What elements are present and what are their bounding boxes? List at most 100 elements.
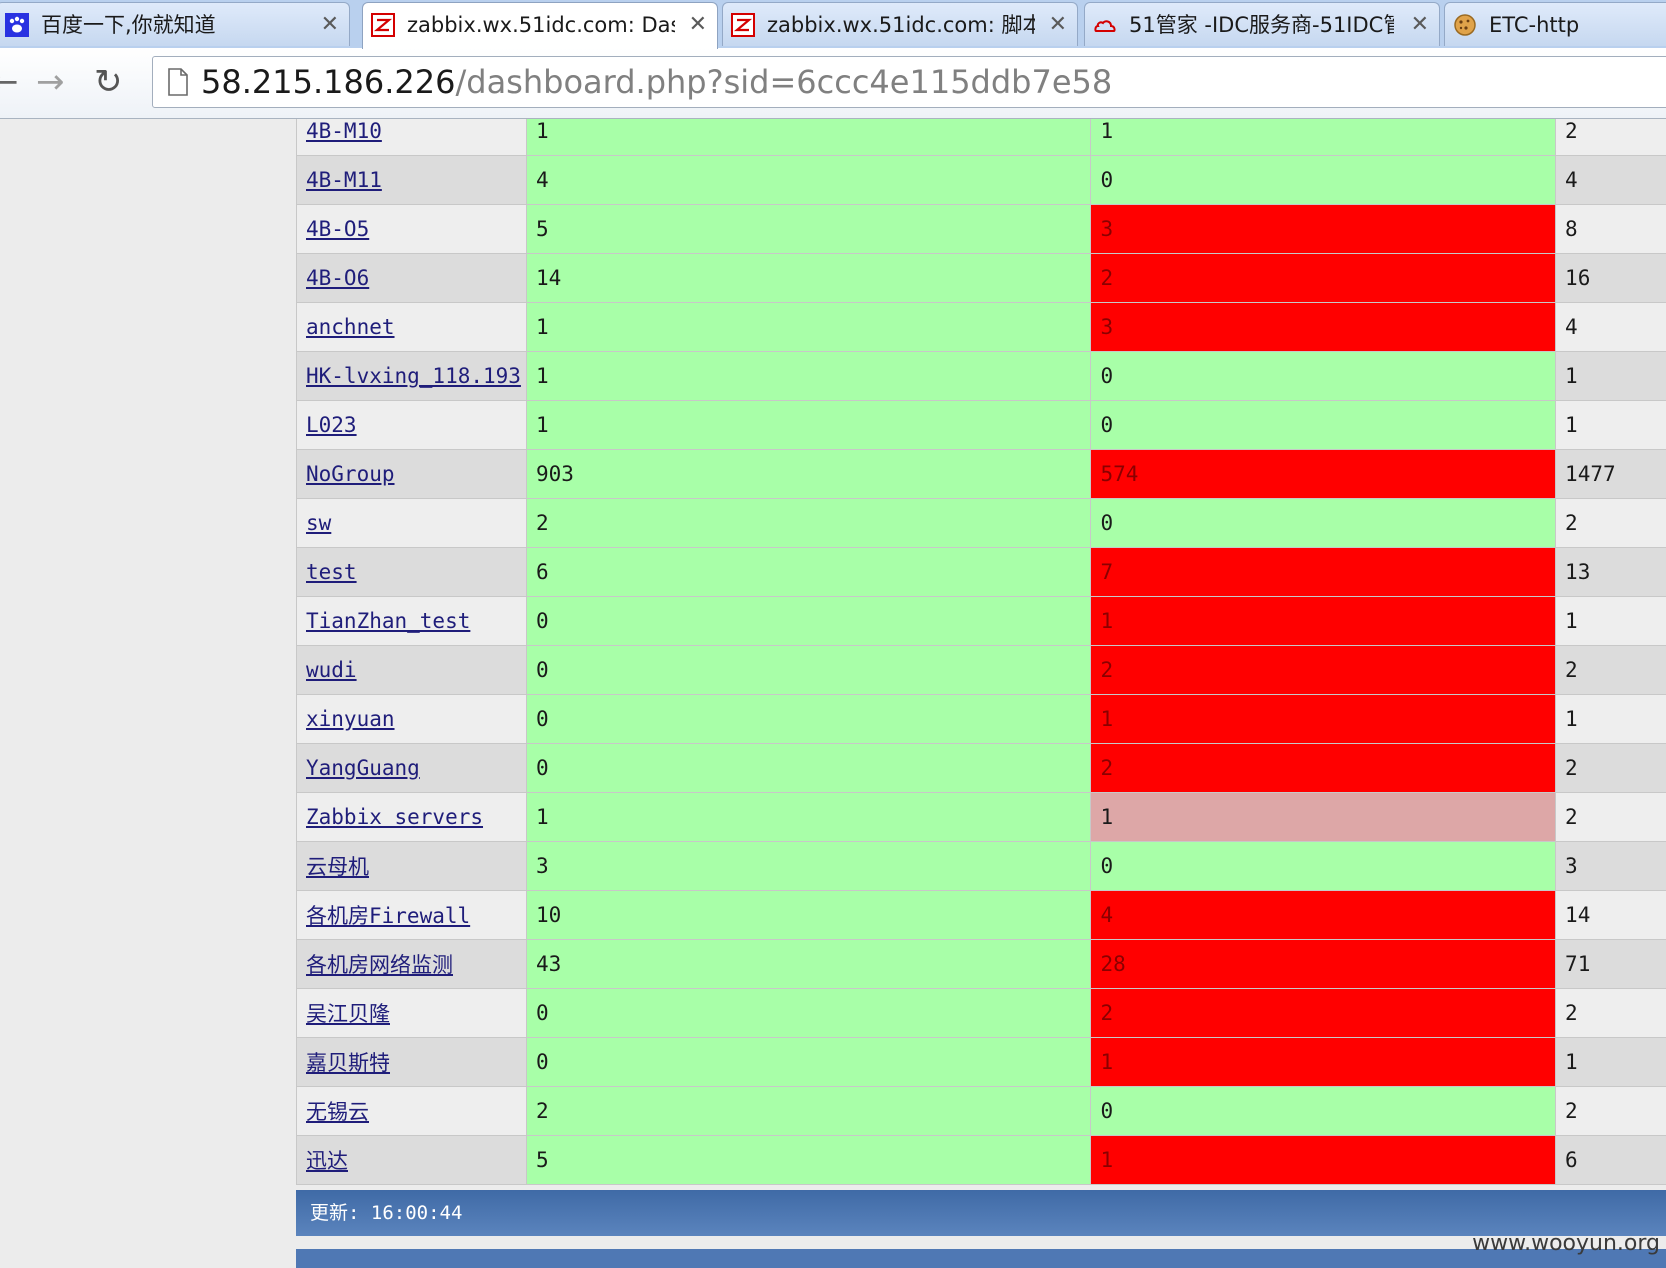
with-problems-cell[interactable]: 1 <box>1090 1037 1557 1087</box>
host-group-table: 4B-M10 1 1 2 4B-M11 4 0 4 4B-O5 5 3 8 4B-O6 14 2 16 anch… <box>296 119 1666 1185</box>
host-group-name-cell: 吴江贝隆 <box>296 988 527 1038</box>
reload-icon[interactable]: ↻ <box>94 62 123 102</box>
with-problems-cell[interactable]: 1 <box>1090 694 1557 744</box>
tab-title: zabbix.wx.51idc.com: Dashb <box>407 13 675 37</box>
tab-51idc[interactable]: 51管家 -IDC服务商-51IDC管 ✕ <box>1084 2 1440 46</box>
with-problems-cell[interactable]: 2 <box>1090 988 1557 1038</box>
host-group-link[interactable]: 4B-O6 <box>306 266 369 290</box>
host-group-link[interactable]: 无锡云 <box>306 1100 369 1124</box>
tab-zabbix-dashboard[interactable]: zabbix.wx.51idc.com: Dashb ✕ <box>362 2 718 49</box>
with-problems-cell[interactable]: 0 <box>1090 400 1557 450</box>
without-problems-cell: 3 <box>525 841 1092 891</box>
table-row: test 6 7 13 <box>296 547 1666 597</box>
without-problems-cell: 0 <box>525 988 1092 1038</box>
with-problems-cell[interactable]: 574 <box>1090 449 1557 499</box>
host-group-link[interactable]: 迅达 <box>306 1149 348 1173</box>
with-problems-cell[interactable]: 28 <box>1090 939 1557 989</box>
host-group-name-cell: xinyuan <box>296 694 527 744</box>
host-group-link[interactable]: Zabbix servers <box>306 805 483 829</box>
total-cell: 13 <box>1555 547 1666 597</box>
host-group-link[interactable]: HK-lvxing_118.193 <box>306 364 521 388</box>
tab-baidu[interactable]: 百度一下,你就知道 ✕ <box>0 2 350 46</box>
host-group-status-widget: 4B-M10 1 1 2 4B-M11 4 0 4 4B-O5 5 3 8 4B-O6 14 2 16 anch… <box>296 119 1666 1185</box>
host-group-link[interactable]: 云母机 <box>306 855 369 879</box>
with-problems-cell[interactable]: 0 <box>1090 1086 1557 1136</box>
with-problems-cell[interactable]: 1 <box>1090 792 1557 842</box>
host-group-link[interactable]: 4B-M11 <box>306 168 382 192</box>
host-group-name-cell: 无锡云 <box>296 1086 527 1136</box>
forward-arrow-icon[interactable]: → <box>36 62 65 102</box>
update-time: 更新: 16:00:44 <box>310 1202 463 1224</box>
with-problems-cell[interactable]: 1 <box>1090 596 1557 646</box>
host-group-link[interactable]: xinyuan <box>306 707 395 731</box>
with-problems-cell[interactable]: 2 <box>1090 253 1557 303</box>
host-group-link[interactable]: 4B-M10 <box>306 119 382 143</box>
host-group-link[interactable]: 各机房网络监测 <box>306 953 453 977</box>
host-group-link[interactable]: 吴江贝隆 <box>306 1002 390 1026</box>
close-icon[interactable]: ✕ <box>1049 3 1067 46</box>
host-group-link[interactable]: NoGroup <box>306 462 395 486</box>
tab-zabbix-scripts[interactable]: zabbix.wx.51idc.com: 脚本 ✕ <box>722 2 1078 46</box>
with-problems-cell[interactable]: 0 <box>1090 351 1557 401</box>
tab-etc[interactable]: ETC-http <box>1444 2 1666 46</box>
tab-title: zabbix.wx.51idc.com: 脚本 <box>767 13 1035 37</box>
without-problems-cell: 6 <box>525 547 1092 597</box>
host-group-link[interactable]: 嘉贝斯特 <box>306 1051 390 1075</box>
close-icon[interactable]: ✕ <box>1411 3 1429 46</box>
host-group-link[interactable]: wudi <box>306 658 357 682</box>
with-problems-cell[interactable]: 2 <box>1090 743 1557 793</box>
close-icon[interactable]: ✕ <box>321 3 339 46</box>
with-problems-cell[interactable]: 0 <box>1090 498 1557 548</box>
host-group-link[interactable]: 各机房Firewall <box>306 904 470 928</box>
host-group-name-cell: 迅达 <box>296 1135 527 1185</box>
with-problems-cell[interactable]: 3 <box>1090 204 1557 254</box>
without-problems-cell: 0 <box>525 596 1092 646</box>
close-icon[interactable]: ✕ <box>689 3 707 47</box>
without-problems-cell: 1 <box>525 119 1092 156</box>
cloud-icon <box>1094 20 1116 32</box>
host-group-name-cell: sw <box>296 498 527 548</box>
total-cell: 3 <box>1555 841 1666 891</box>
page-icon <box>168 68 188 96</box>
with-problems-cell[interactable]: 1 <box>1090 119 1557 156</box>
zabbix-icon <box>371 13 395 37</box>
host-group-link[interactable]: test <box>306 560 357 584</box>
address-bar[interactable]: 58.215.186.226/dashboard.php?sid=6ccc4e1… <box>152 56 1666 108</box>
tab-title: 51管家 -IDC服务商-51IDC管 <box>1129 13 1394 37</box>
host-group-name-cell: 4B-M10 <box>296 119 527 156</box>
table-row: 4B-O6 14 2 16 <box>296 253 1666 303</box>
next-widget-header <box>296 1249 1666 1268</box>
with-problems-cell[interactable]: 1 <box>1090 1135 1557 1185</box>
without-problems-cell: 1 <box>525 351 1092 401</box>
with-problems-cell[interactable]: 3 <box>1090 302 1557 352</box>
back-arrow-icon[interactable]: ← <box>0 62 19 102</box>
host-group-link[interactable]: anchnet <box>306 315 395 339</box>
table-row: L023 1 0 1 <box>296 400 1666 450</box>
with-problems-cell[interactable]: 2 <box>1090 645 1557 695</box>
url-text[interactable]: 58.215.186.226/dashboard.php?sid=6ccc4e1… <box>201 57 1112 107</box>
host-group-name-cell: test <box>296 547 527 597</box>
with-problems-cell[interactable]: 0 <box>1090 841 1557 891</box>
host-group-link[interactable]: YangGuang <box>306 756 420 780</box>
host-group-name-cell: 4B-O5 <box>296 204 527 254</box>
total-cell: 14 <box>1555 890 1666 940</box>
without-problems-cell: 2 <box>525 498 1092 548</box>
without-problems-cell: 10 <box>525 890 1092 940</box>
with-problems-cell[interactable]: 4 <box>1090 890 1557 940</box>
total-cell: 8 <box>1555 204 1666 254</box>
cookie-icon <box>1454 14 1476 36</box>
host-group-link[interactable]: L023 <box>306 413 357 437</box>
host-group-link[interactable]: sw <box>306 511 331 535</box>
total-cell: 2 <box>1555 743 1666 793</box>
host-group-link[interactable]: TianZhan_test <box>306 609 470 633</box>
with-problems-cell[interactable]: 0 <box>1090 155 1557 205</box>
without-problems-cell: 0 <box>525 645 1092 695</box>
table-row: 无锡云 2 0 2 <box>296 1086 1666 1136</box>
url-path: /dashboard.php?sid=6ccc4e115ddb7e58 <box>455 63 1113 101</box>
table-row: NoGroup 903 574 1477 <box>296 449 1666 499</box>
without-problems-cell: 5 <box>525 204 1092 254</box>
with-problems-cell[interactable]: 7 <box>1090 547 1557 597</box>
table-row: 4B-O5 5 3 8 <box>296 204 1666 254</box>
host-group-link[interactable]: 4B-O5 <box>306 217 369 241</box>
without-problems-cell: 903 <box>525 449 1092 499</box>
